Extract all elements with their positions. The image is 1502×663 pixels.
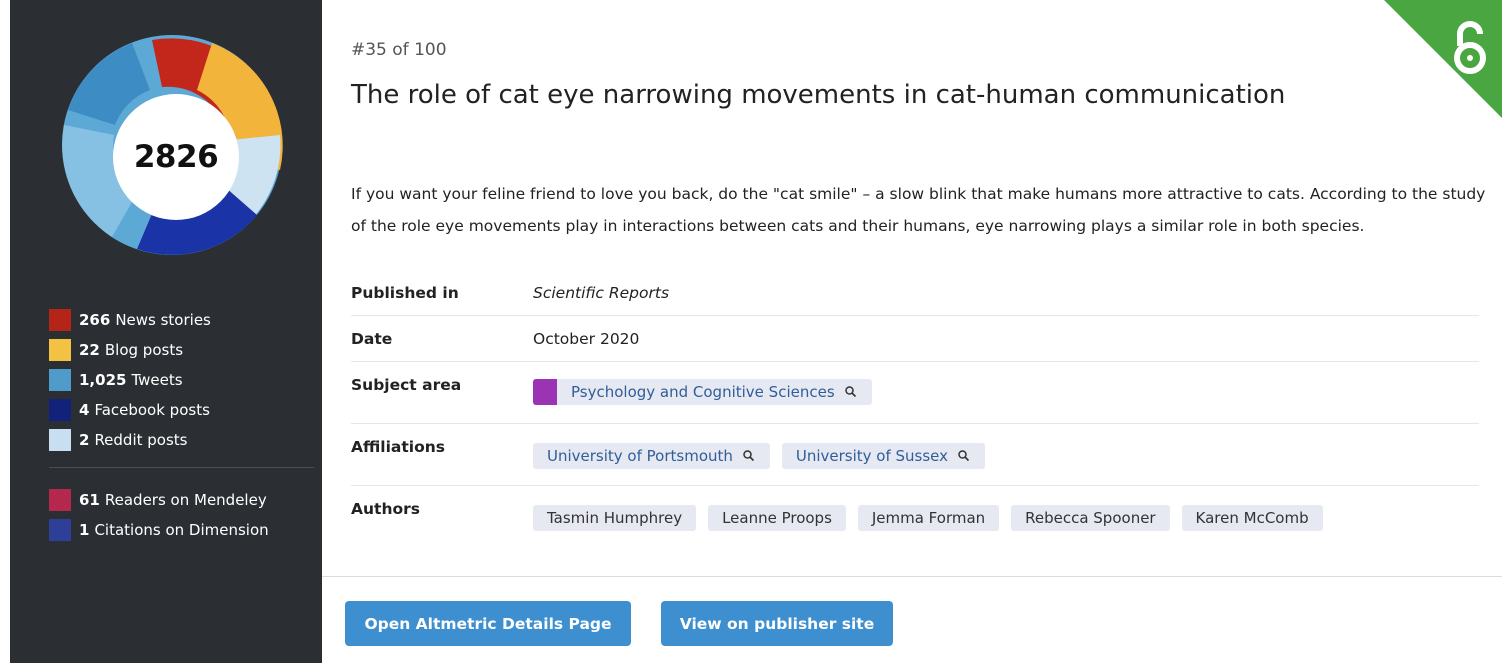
article-panel: #35 of 100 The role of cat eye narrowing… [322, 0, 1502, 663]
facebook-label: Facebook posts [94, 401, 210, 419]
author-chip[interactable]: Jemma Forman [857, 505, 1000, 531]
affiliation-chip-label: University of Portsmouth [547, 447, 733, 465]
search-icon [743, 450, 754, 462]
tweets-swatch [49, 369, 71, 391]
reddit-swatch [49, 429, 71, 451]
affiliation-list: University of Portsmouth University of S… [533, 443, 992, 469]
affiliation-chip[interactable]: University of Sussex [781, 443, 986, 469]
open-access-lock-icon [1384, 0, 1502, 118]
view-publisher-button[interactable]: View on publisher site [661, 601, 893, 646]
dimensions-label: Citations on Dimension [94, 521, 269, 539]
tweets-label: Tweets [131, 371, 183, 389]
facebook-swatch [49, 399, 71, 421]
legend-reddit: 2 Reddit posts [49, 425, 211, 455]
authors-label: Authors [351, 500, 420, 518]
news-swatch [49, 309, 71, 331]
author-chip[interactable]: Tasmin Humphrey [533, 505, 697, 531]
article-summary: If you want your feline friend to love y… [351, 185, 1486, 235]
published-label: Published in [351, 284, 459, 302]
tweets-count: 1,025 [79, 371, 127, 389]
news-label: News stories [115, 311, 211, 329]
legend-tweets: 1,025 Tweets [49, 365, 211, 395]
affiliations-label: Affiliations [351, 438, 445, 456]
subject-label: Subject area [351, 376, 462, 394]
legend-facebook: 4 Facebook posts [49, 395, 211, 425]
mendeley-label: Readers on Mendeley [104, 491, 267, 509]
article-metadata: Published in Scientific Reports Date Oct… [351, 272, 1479, 546]
subject-chip-label: Psychology and Cognitive Sciences [571, 383, 835, 401]
blogs-label: Blog posts [104, 341, 184, 359]
subject-chip[interactable]: Psychology and Cognitive Sciences [533, 379, 872, 405]
legend-news: 266 News stories [49, 305, 211, 335]
authors-row: Authors Tasmin Humphrey Leanne Proops Je… [351, 486, 1479, 546]
author-chip[interactable]: Rebecca Spooner [1011, 505, 1170, 531]
blogs-count: 22 [79, 341, 100, 359]
legend-blogs: 22 Blog posts [49, 335, 211, 365]
legend-mendeley: 61 Readers on Mendeley [49, 485, 269, 515]
reddit-count: 2 [79, 431, 90, 449]
affiliation-chip[interactable]: University of Portsmouth [533, 443, 770, 469]
mendeley-count: 61 [79, 491, 100, 509]
blogs-swatch [49, 339, 71, 361]
subject-row: Subject area Psychology and Cognitive Sc… [351, 362, 1479, 424]
attention-sidebar: 2826 266 News stories 22 Blog posts 1,02… [10, 0, 322, 663]
date-label: Date [351, 330, 393, 348]
affiliation-chip-label: University of Sussex [795, 447, 949, 465]
article-title: The role of cat eye narrowing movements … [351, 80, 1286, 110]
legend-divider [49, 467, 314, 468]
open-details-button[interactable]: Open Altmetric Details Page [345, 601, 631, 646]
facebook-count: 4 [79, 401, 90, 419]
author-chip[interactable]: Karen McComb [1181, 505, 1323, 531]
legend-dimensions: 1 Citations on Dimension [49, 515, 269, 545]
date-value: October 2020 [533, 330, 640, 348]
published-row: Published in Scientific Reports [351, 272, 1479, 316]
author-chip[interactable]: Leanne Proops [708, 505, 846, 531]
rank-label: #35 of 100 [351, 40, 447, 60]
date-row: Date October 2020 [351, 316, 1479, 362]
attention-score: 2826 [113, 94, 239, 220]
dimensions-count: 1 [79, 521, 90, 539]
footer-divider [322, 576, 1502, 577]
author-list: Tasmin Humphrey Leanne Proops Jemma Form… [533, 505, 1330, 531]
source-legend: 266 News stories 22 Blog posts 1,025 Twe… [49, 305, 211, 455]
dimensions-swatch [49, 519, 71, 541]
news-count: 266 [79, 311, 111, 329]
mendeley-swatch [49, 489, 71, 511]
readers-legend: 61 Readers on Mendeley 1 Citations on Di… [49, 485, 269, 545]
search-icon [844, 386, 856, 398]
reddit-label: Reddit posts [94, 431, 188, 449]
affiliations-row: Affiliations University of Portsmouth Un… [351, 424, 1479, 486]
subject-color-swatch [533, 379, 557, 405]
search-icon [958, 450, 970, 462]
journal-name: Scientific Reports [533, 284, 670, 302]
subject-list: Psychology and Cognitive Sciences [533, 379, 879, 405]
